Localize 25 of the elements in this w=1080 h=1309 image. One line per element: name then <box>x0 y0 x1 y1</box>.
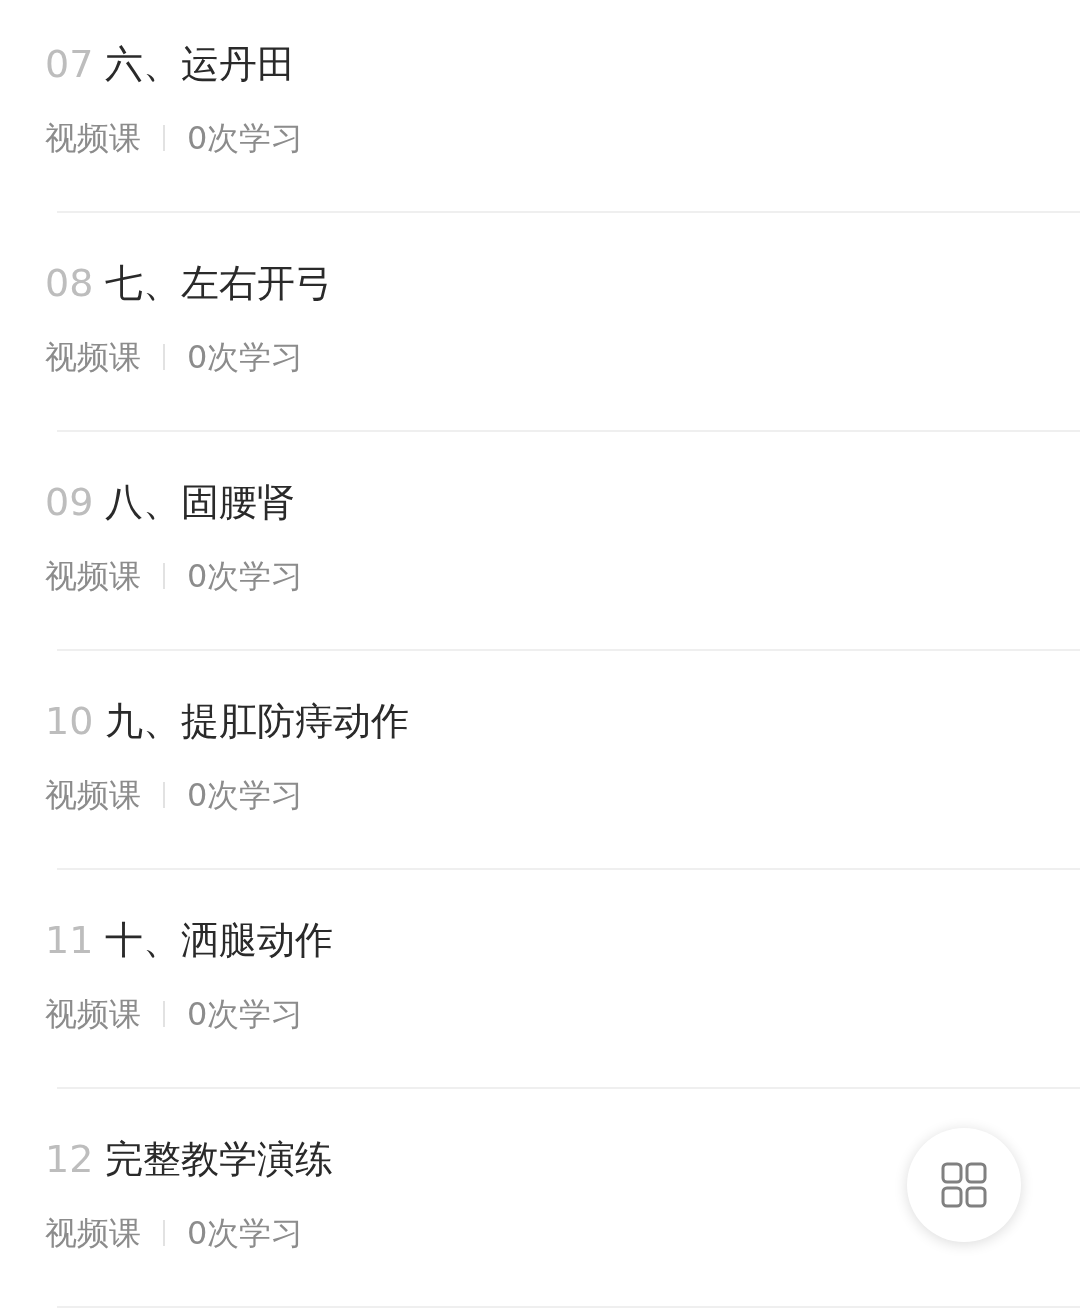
grid-icon <box>941 1162 987 1208</box>
lesson-number: 08 <box>45 263 94 303</box>
lesson-title[interactable]: 七、左右开弓 <box>105 263 334 303</box>
study-count: 0次学习 <box>187 558 304 594</box>
lesson-type: 视频课 <box>45 339 141 375</box>
study-count: 0次学习 <box>187 1215 304 1251</box>
lesson-number: 11 <box>45 920 94 960</box>
lesson-type: 视频课 <box>45 558 141 594</box>
study-count: 0次学习 <box>187 777 304 813</box>
lesson-type: 视频课 <box>45 777 141 813</box>
lesson-type: 视频课 <box>45 120 141 156</box>
lesson-title[interactable]: 九、提肛防痔动作 <box>105 701 410 741</box>
lesson-type: 视频课 <box>45 1215 141 1251</box>
lesson-title[interactable]: 六、运丹田 <box>105 44 296 84</box>
study-count: 0次学习 <box>187 120 304 156</box>
lesson-number: 07 <box>45 44 94 84</box>
lesson-type: 视频课 <box>45 996 141 1032</box>
study-count: 0次学习 <box>187 996 304 1032</box>
lesson-title[interactable]: 十、洒腿动作 <box>105 920 334 960</box>
lesson-title[interactable]: 八、固腰肾 <box>105 482 296 522</box>
lesson-number: 09 <box>45 482 94 522</box>
lesson-title[interactable]: 完整教学演练 <box>105 1139 334 1179</box>
lesson-number: 12 <box>45 1139 94 1179</box>
study-count: 0次学习 <box>187 339 304 375</box>
lesson-number: 10 <box>45 701 94 741</box>
